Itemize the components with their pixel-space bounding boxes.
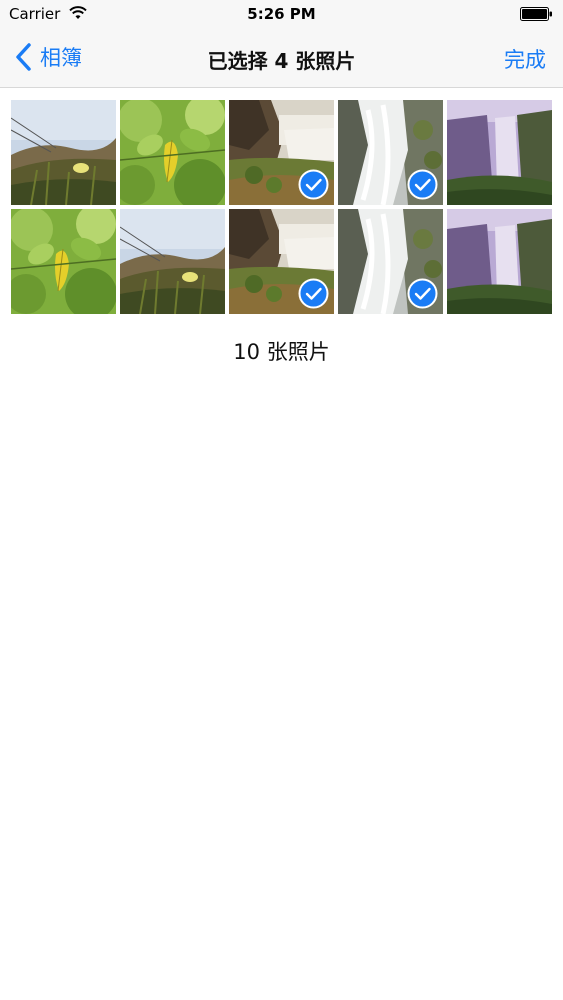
photo-thumbnail[interactable] [338, 100, 443, 205]
checkmark-icon [407, 169, 438, 200]
photo-image [11, 100, 116, 205]
photo-thumbnail[interactable] [229, 100, 334, 205]
photo-thumbnail[interactable] [229, 209, 334, 314]
clock: 5:26 PM [247, 5, 316, 23]
photo-thumbnail[interactable] [447, 100, 552, 205]
photo-count-label: 10 张照片 [233, 340, 330, 364]
status-bar: Carrier 5:26 PM [0, 0, 563, 28]
checkmark-icon [298, 278, 329, 309]
photo-image [447, 209, 552, 314]
page-title: 已选择 4 张照片 [207, 49, 356, 73]
navigation-bar: 相簿 已选择 4 张照片 完成 [0, 28, 563, 88]
checkmark-icon [298, 169, 329, 200]
photo-thumbnail[interactable] [11, 100, 116, 205]
photo-image [120, 100, 225, 205]
photo-thumbnail[interactable] [11, 209, 116, 314]
photo-grid [11, 100, 552, 315]
checkmark-icon [407, 278, 438, 309]
photo-thumbnail[interactable] [120, 100, 225, 205]
battery-icon [520, 7, 552, 21]
done-button[interactable]: 完成 [504, 44, 546, 74]
photo-image [120, 209, 225, 314]
photo-image [11, 209, 116, 314]
photo-thumbnail[interactable] [338, 209, 443, 314]
photo-thumbnail[interactable] [447, 209, 552, 314]
photo-image [447, 100, 552, 205]
photo-thumbnail[interactable] [120, 209, 225, 314]
